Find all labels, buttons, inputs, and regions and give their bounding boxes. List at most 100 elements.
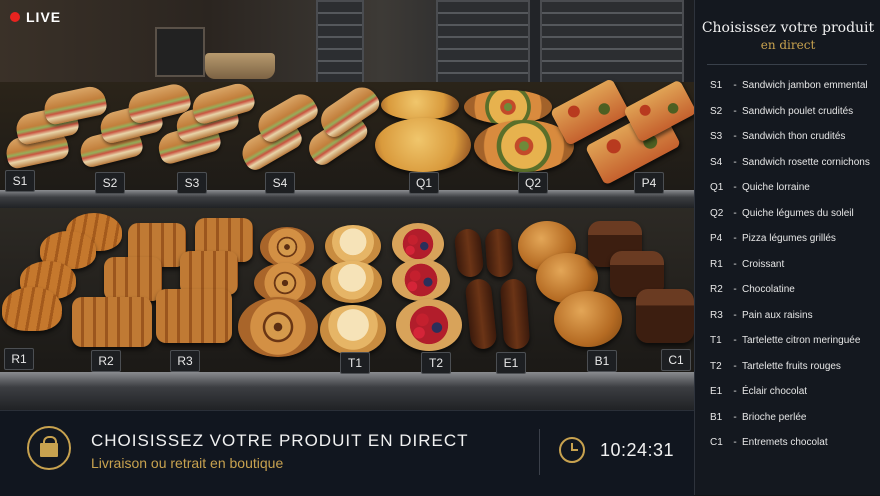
product-name: Pain aux raisins [742,309,813,321]
product-name: Croissant [742,258,785,270]
brioche-perlee[interactable] [554,291,622,347]
product-item-r1[interactable]: R1- Croissant [710,252,880,278]
product-name: Sandwich thon crudités [742,131,846,143]
separator: - [733,309,737,321]
product-name: Quiche légumes du soleil [742,207,854,219]
shelf-rail [0,372,694,410]
product-item-c1[interactable]: C1- Entremets chocolat [710,430,880,456]
product-item-r2[interactable]: R2- Chocolatine [710,277,880,303]
product-item-s2[interactable]: S2- Sandwich poulet crudités [710,99,880,125]
live-video-feed: S1 S2 S3 S4 Q1 Q2 P4 R1 R2 R3 T1 T2 E1 B… [0,0,694,410]
pain-aux-raisins[interactable] [238,297,318,357]
chalkboard-sign [155,27,205,77]
banner-title: CHOISISSEZ VOTRE PRODUIT EN DIRECT [91,431,469,450]
separator: - [733,233,737,245]
quiche-lorraine[interactable] [381,90,459,120]
separator: - [733,411,737,423]
product-code: T1 [710,335,722,347]
product-item-s4[interactable]: S4- Sandwich rosette cornichons [710,150,880,176]
banner-divider [539,429,540,475]
product-tag-b1[interactable]: B1 [587,350,617,372]
eclair-chocolat[interactable] [453,227,485,279]
sandwich-jambon-emmental[interactable] [41,83,109,127]
separator: - [733,105,737,117]
quiche-legumes-du-soleil[interactable] [464,90,552,124]
product-code: Q1 [710,182,724,194]
product-tag-s2[interactable]: S2 [95,172,125,194]
product-tag-r2[interactable]: R2 [91,350,121,372]
tartelette-fruits-rouges[interactable] [396,299,462,351]
croissant[interactable] [2,287,62,331]
product-tag-p4[interactable]: P4 [634,172,664,194]
product-tag-r3[interactable]: R3 [170,350,200,372]
chocolatine[interactable] [72,297,152,347]
separator: - [733,156,737,168]
product-code: T2 [710,360,722,372]
product-name: Pizza légumes grillés [742,233,836,245]
product-tag-r1[interactable]: R1 [4,348,34,370]
product-item-q1[interactable]: Q1- Quiche lorraine [710,175,880,201]
product-tag-q1[interactable]: Q1 [409,172,439,194]
product-code: S3 [710,131,723,143]
product-tag-c1[interactable]: C1 [661,349,691,371]
chocolatine[interactable] [156,289,232,343]
product-code: C1 [710,437,723,449]
product-item-r3[interactable]: R3- Pain aux raisins [710,303,880,329]
bakery-rack [436,0,530,84]
product-name: Éclair chocolat [742,386,808,398]
product-item-t1[interactable]: T1- Tartelette citron meringuée [710,328,880,354]
panel-subtitle: en direct [760,38,816,52]
tartelette-citron-meringuee[interactable] [320,305,386,355]
tartelette-fruits-rouges[interactable] [392,259,450,301]
product-tag-s1[interactable]: S1 [5,170,35,192]
product-item-e1[interactable]: E1- Éclair chocolat [710,379,880,405]
separator: - [733,131,737,143]
separator: - [733,360,737,372]
product-tag-s3[interactable]: S3 [177,172,207,194]
product-name: Sandwich rosette cornichons [742,156,870,168]
product-code: S1 [710,80,723,92]
product-item-b1[interactable]: B1- Brioche perlée [710,405,880,431]
entremets-chocolat[interactable] [636,289,694,343]
product-item-t2[interactable]: T2- Tartelette fruits rouges [710,354,880,380]
panel-title: Choisissez votre produit [701,20,875,36]
product-tag-s4[interactable]: S4 [265,172,295,194]
tartelette-citron-meringuee[interactable] [322,261,382,303]
product-name: Sandwich jambon emmental [742,80,868,92]
separator: - [733,437,737,449]
product-item-s3[interactable]: S3- Sandwich thon crudités [710,124,880,150]
banner-subtitle: Livraison ou retrait en boutique [91,455,284,471]
quiche-lorraine[interactable] [375,118,471,172]
product-item-p4[interactable]: P4- Pizza légumes grillés [710,226,880,252]
separator: - [733,386,737,398]
product-tag-q2[interactable]: Q2 [518,172,548,194]
product-code: Q2 [710,207,724,219]
live-label: LIVE [26,9,62,25]
bakery-rack [540,0,684,84]
product-code: P4 [710,233,723,245]
product-tag-e1[interactable]: E1 [496,352,526,374]
separator: - [733,258,737,270]
product-tag-t2[interactable]: T2 [421,352,451,374]
eclair-chocolat[interactable] [464,277,498,351]
separator: - [733,182,737,194]
product-item-s1[interactable]: S1- Sandwich jambon emmental [710,73,880,99]
separator: - [733,80,737,92]
clock-time: 10:24:31 [600,440,675,460]
product-tag-t1[interactable]: T1 [340,352,370,374]
product-list-panel: Choisissez votre produit en direct S1- Sa… [694,0,880,495]
product-list: S1- Sandwich jambon emmental S2- Sandwich … [710,73,880,456]
bread-basket [205,53,275,79]
pain-aux-raisins[interactable] [260,227,314,267]
product-name: Quiche lorraine [742,182,810,194]
chocolatine[interactable] [104,257,162,301]
bakery-rack [316,0,364,84]
product-item-q2[interactable]: Q2- Quiche légumes du soleil [710,201,880,227]
separator: - [733,284,737,296]
separator: - [733,335,737,347]
eclair-chocolat[interactable] [499,278,531,350]
product-code: R1 [710,258,723,270]
product-name: Sandwich poulet crudités [742,105,854,117]
eclair-chocolat[interactable] [484,228,514,278]
panel-divider [707,64,867,65]
